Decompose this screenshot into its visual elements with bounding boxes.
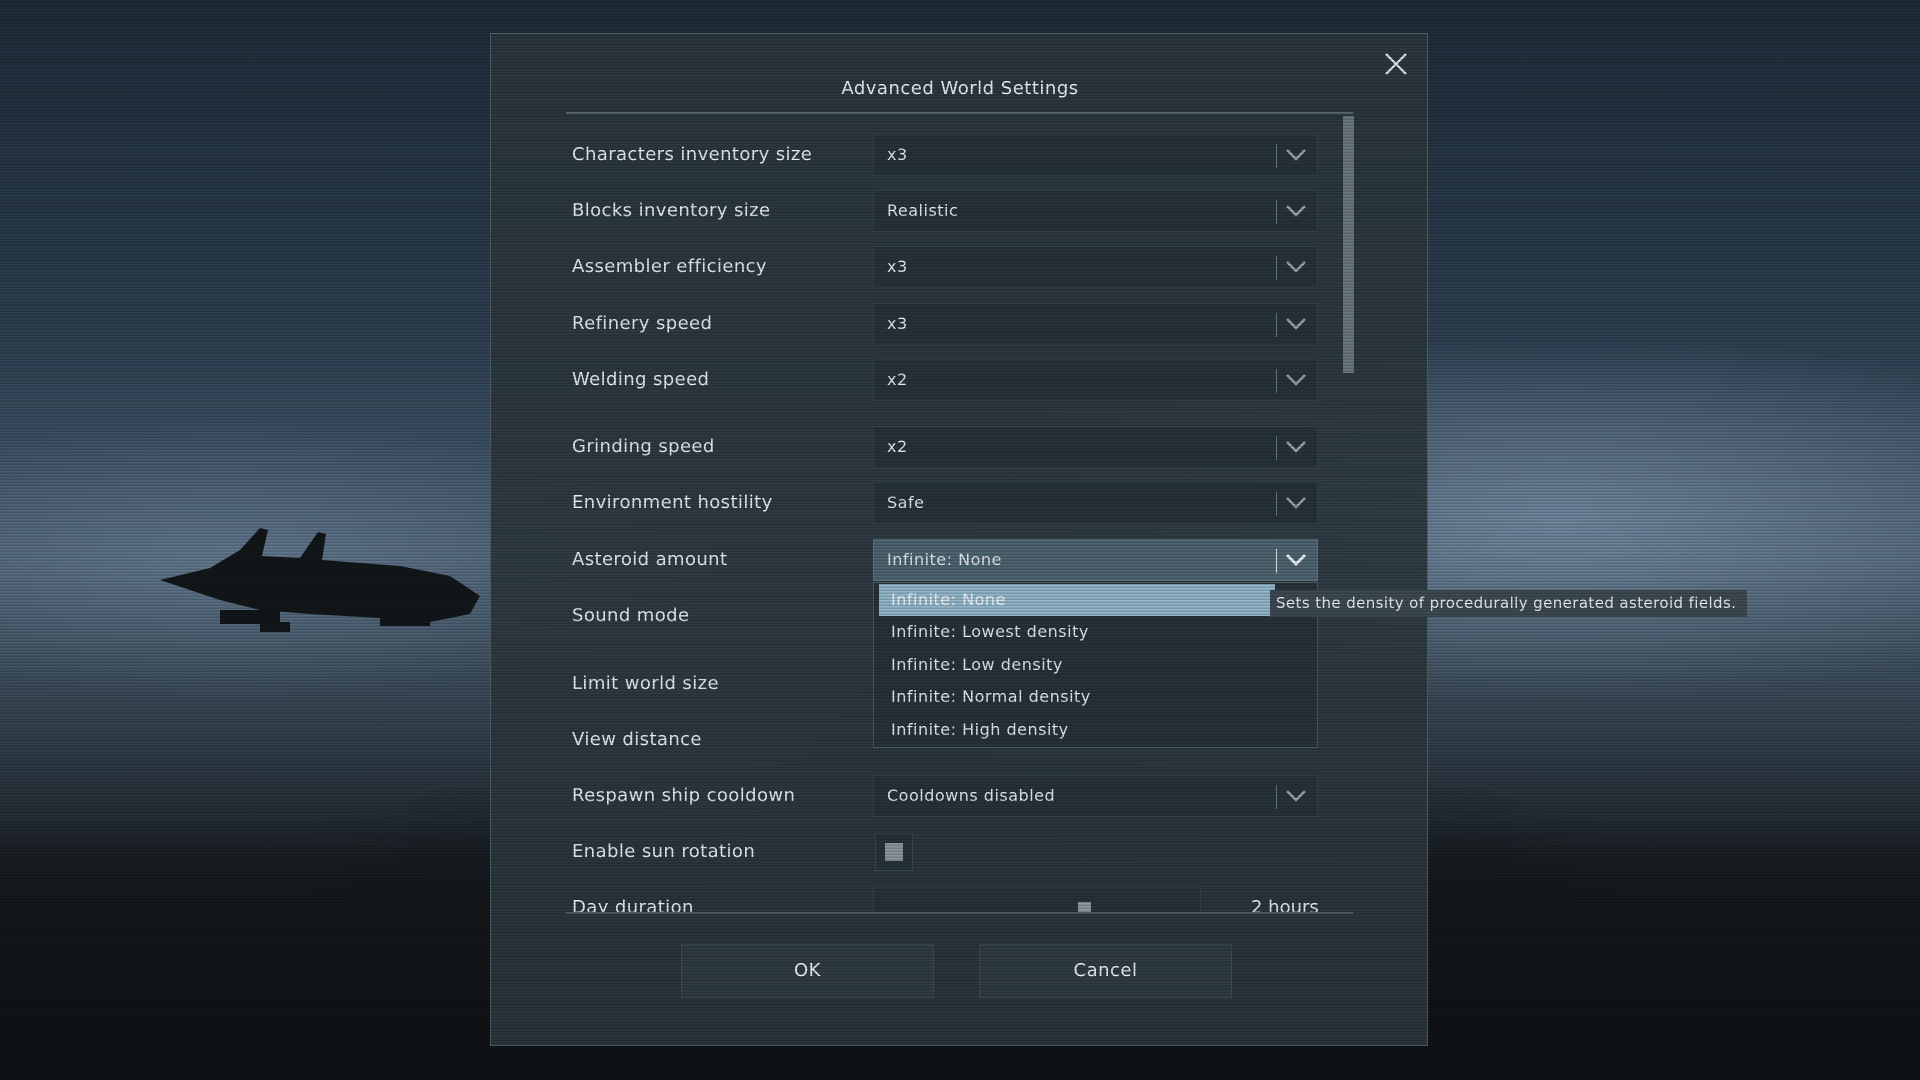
chevron-down-icon [1286,374,1306,386]
combobox-separator [1276,256,1277,280]
combobox-separator [1276,492,1277,516]
combobox-value: Cooldowns disabled [887,786,1056,805]
respawn-ship-cooldown-combobox[interactable]: Cooldowns disabled [873,775,1318,817]
asteroid-amount-dropdown-list: Infinite: None Infinite: Lowest density … [873,582,1318,748]
dropdown-option-high-density[interactable]: Infinite: High density [879,714,1275,746]
combobox-value: Safe [887,493,925,512]
combobox-value: x3 [887,314,908,333]
setting-label: View distance [572,729,702,750]
setting-label: Sound mode [572,605,690,626]
footer-divider [566,912,1353,914]
combobox-separator [1276,313,1277,337]
checkbox-indicator [885,843,903,861]
chevron-down-icon [1286,554,1306,566]
combobox-value: x2 [887,437,908,456]
spaceship-silhouette [160,528,480,632]
combobox-value: Realistic [887,201,959,220]
setting-row-environment-hostility: Environment hostility Safe [566,480,1336,526]
slider-thumb[interactable] [1078,902,1092,912]
welding-speed-combobox[interactable]: x2 [873,359,1318,401]
dropdown-option-none[interactable]: Infinite: None [879,584,1275,616]
environment-hostility-combobox[interactable]: Safe [873,482,1318,524]
setting-row-blocks-inventory-size: Blocks inventory size Realistic [566,188,1336,234]
combobox-separator [1276,369,1277,393]
day-duration-slider[interactable] [873,887,1201,912]
setting-label: Welding speed [572,369,710,390]
refinery-speed-combobox[interactable]: x3 [873,303,1318,345]
dropdown-option-normal-density[interactable]: Infinite: Normal density [879,681,1275,713]
asteroid-amount-combobox[interactable]: Infinite: None [873,539,1318,581]
setting-label: Day duration [572,897,694,912]
setting-row-grinding-speed: Grinding speed x2 [566,424,1336,470]
setting-row-welding-speed: Welding speed x2 [566,357,1336,403]
chevron-down-icon [1286,790,1306,802]
combobox-separator [1276,144,1277,168]
settings-list: Characters inventory size x3 Blocks inve… [566,114,1336,912]
setting-row-day-duration: Day duration 2 hours [566,885,1336,912]
setting-label: Characters inventory size [572,144,813,165]
assembler-efficiency-combobox[interactable]: x3 [873,246,1318,288]
setting-row-enable-sun-rotation: Enable sun rotation [566,829,1336,875]
dropdown-option-low-density[interactable]: Infinite: Low density [879,649,1275,681]
setting-label: Blocks inventory size [572,200,771,221]
setting-label: Respawn ship cooldown [572,785,796,806]
setting-label: Environment hostility [572,492,773,513]
dropdown-option-lowest-density[interactable]: Infinite: Lowest density [879,616,1275,648]
combobox-value: x2 [887,370,908,389]
combobox-value: x3 [887,257,908,276]
combobox-value: x3 [887,145,908,164]
chevron-down-icon [1286,205,1306,217]
close-icon [1385,53,1407,75]
setting-label: Assembler efficiency [572,256,767,277]
scrollbar-thumb[interactable] [1343,116,1354,373]
characters-inventory-size-combobox[interactable]: x3 [873,134,1318,176]
close-button[interactable] [1380,48,1412,80]
setting-label: Limit world size [572,673,719,694]
enable-sun-rotation-checkbox[interactable] [875,833,913,871]
blocks-inventory-size-combobox[interactable]: Realistic [873,190,1318,232]
setting-row-asteroid-amount: Asteroid amount Infinite: None [566,537,1336,583]
combobox-separator [1276,785,1277,809]
combobox-value: Infinite: None [887,550,1002,569]
grinding-speed-combobox[interactable]: x2 [873,426,1318,468]
setting-row-respawn-ship-cooldown: Respawn ship cooldown Cooldowns disabled [566,773,1336,819]
setting-label: Grinding speed [572,436,715,457]
asteroid-amount-tooltip: Sets the density of procedurally generat… [1270,590,1747,617]
ok-button[interactable]: OK [681,944,934,998]
day-duration-value: 2 hours [1251,897,1319,912]
cancel-button[interactable]: Cancel [979,944,1232,998]
setting-row-refinery-speed: Refinery speed x3 [566,301,1336,347]
dialog-title: Advanced World Settings [841,78,1079,99]
chevron-down-icon [1286,261,1306,273]
setting-label: Asteroid amount [572,549,728,570]
chevron-down-icon [1286,441,1306,453]
setting-row-characters-inventory-size: Characters inventory size x3 [566,132,1336,178]
chevron-down-icon [1286,318,1306,330]
combobox-separator [1276,549,1277,573]
chevron-down-icon [1286,497,1306,509]
setting-label: Enable sun rotation [572,841,756,862]
combobox-separator [1276,200,1277,224]
combobox-separator [1276,436,1277,460]
chevron-down-icon [1286,149,1306,161]
setting-row-assembler-efficiency: Assembler efficiency x3 [566,244,1336,290]
setting-label: Refinery speed [572,313,713,334]
